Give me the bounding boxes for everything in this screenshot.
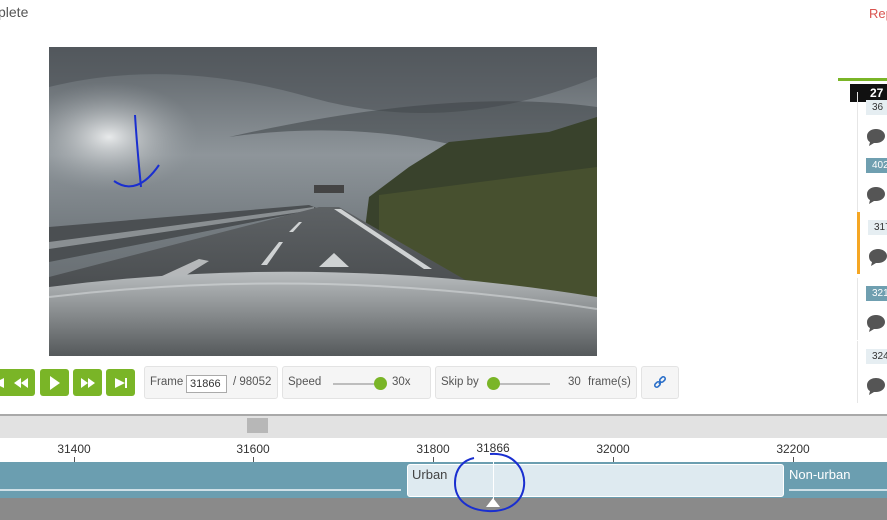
timeline-footer [0,498,887,520]
play-button[interactable] [40,369,69,396]
speed-panel: Speed 30x [282,366,431,399]
skip-end-button[interactable] [106,369,135,396]
link-icon [653,376,667,389]
play-icon [49,375,60,390]
speed-slider-handle[interactable] [374,377,387,390]
frame-panel: Frame / 98052 [144,366,278,399]
sidebar-item[interactable]: 324 [857,341,887,403]
skip-end-icon [114,377,127,388]
sidebar-item-number: 324 [866,349,887,364]
comment-icon [867,315,885,332]
rewind-icon [13,377,28,388]
comment-icon [867,378,885,395]
speed-value: 30x [392,376,411,388]
timeline-tick-label: 31400 [57,442,91,456]
sidebar-item-number: 317 [868,220,887,235]
dashcam-frame-image [49,47,597,356]
replay-link[interactable]: Rep [869,6,887,21]
frame-total: / 98052 [233,376,272,388]
annotation-circle [453,452,526,513]
skip-slider-handle[interactable] [487,377,500,390]
timeline-tick-label: 31800 [416,442,450,456]
skip-slider-track[interactable] [493,383,550,385]
segment-underline [789,489,887,491]
sidebar-item-number: 36 [866,100,887,115]
link-button[interactable] [641,366,679,399]
comment-icon [867,187,885,204]
timeline-scrollbar[interactable] [0,414,887,438]
skip-panel: Skip by 30 frame(s) [435,366,637,399]
skip-unit: frame(s) [588,376,631,388]
comment-icon [867,129,885,146]
comment-icon [869,249,887,266]
sidebar-item-active[interactable]: 317 [857,212,887,274]
sidebar-item[interactable]: 402 [857,150,887,212]
frame-label: Frame [150,376,184,388]
segment-underline [0,489,401,491]
speed-slider-track[interactable] [333,383,380,385]
rewind-button[interactable] [6,369,35,396]
segment-label: Urban [412,467,448,482]
status-text: plete [0,4,29,20]
sidebar-item-number: 321 [866,286,887,301]
skip-label: Skip by [441,376,479,388]
fast-forward-icon [80,377,95,388]
skip-value: 30 [568,376,581,388]
segment-label: Non-urban [789,467,851,482]
timeline-scroll-handle[interactable] [247,418,268,433]
timeline-tick-label: 32000 [596,442,630,456]
skip-back-icon [0,377,4,388]
video-frame[interactable] [49,47,597,356]
speed-label: Speed [288,376,322,388]
timeline-tick-label: 32200 [776,442,810,456]
fast-forward-button[interactable] [73,369,102,396]
timeline-tick-label: 31600 [236,442,270,456]
sidebar-item-number: 402 [866,158,887,173]
sidebar-item[interactable]: 36 [857,92,887,154]
frame-input[interactable] [186,375,227,393]
sidebar-item[interactable]: 321 [857,278,887,340]
sidebar-accent-line [838,78,887,81]
